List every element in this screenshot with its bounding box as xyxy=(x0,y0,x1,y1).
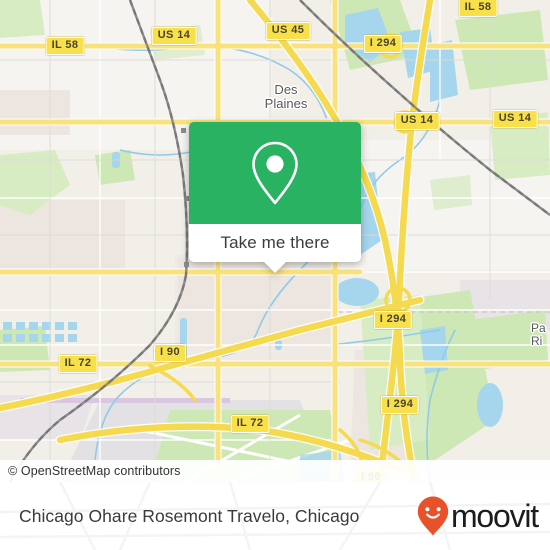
road-shield: IL 72 xyxy=(230,415,270,433)
road-shield: IL 58 xyxy=(458,0,498,17)
station-title: Chicago Ohare Rosemont Travelo, Chicago xyxy=(19,505,360,526)
road-shield: US 14 xyxy=(394,112,440,130)
moovit-wordmark: moovit xyxy=(450,498,539,534)
destination-callout-card[interactable]: Take me there xyxy=(189,122,361,273)
road-shield: IL 58 xyxy=(45,37,85,55)
map-attribution: © OpenStreetMap contributors xyxy=(0,460,550,482)
map-viewport[interactable]: .w{fill:#a5d6ed} .wl{stroke:#8fcbe8;fill… xyxy=(0,0,550,482)
take-me-there-label: Take me there xyxy=(220,233,330,252)
take-me-there-button[interactable]: Take me there xyxy=(189,224,361,273)
road-shield: US 14 xyxy=(151,27,197,45)
moovit-smiley-pin-icon xyxy=(417,496,449,536)
callout-card-header xyxy=(189,122,361,224)
road-shield: US 45 xyxy=(265,22,311,40)
attribution-text: © OpenStreetMap contributors xyxy=(8,464,181,478)
road-shield: IL 72 xyxy=(58,355,98,373)
road-shield: US 14 xyxy=(492,110,538,128)
moovit-logo[interactable]: moovit xyxy=(416,495,539,537)
callout-pointer-tail xyxy=(264,262,286,273)
road-shield: I 90 xyxy=(154,344,186,362)
map-pin-icon xyxy=(252,141,298,205)
page-footer: Chicago Ohare Rosemont Travelo, Chicago … xyxy=(0,482,550,550)
moovit-station-map-page: .w{fill:#a5d6ed} .wl{stroke:#8fcbe8;fill… xyxy=(0,0,550,550)
road-shield: I 294 xyxy=(363,35,403,53)
road-shield: I 294 xyxy=(380,396,420,414)
road-shield: I 294 xyxy=(373,311,413,329)
